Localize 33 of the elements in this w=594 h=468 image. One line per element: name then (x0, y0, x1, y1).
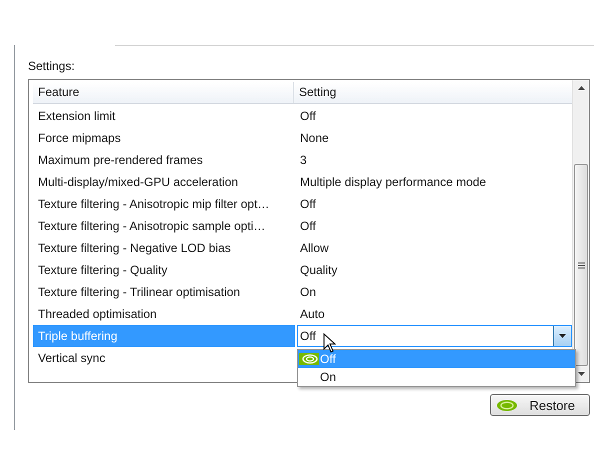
feature-cell[interactable]: Vertical sync (33, 347, 295, 369)
setting-cell-text: Allow (299, 240, 329, 257)
feature-cell[interactable]: Force mipmaps (33, 127, 295, 149)
setting-dropdown[interactable]: Off (297, 325, 572, 347)
feature-cell[interactable]: Texture filtering - Anisotropic sample opti… (33, 215, 295, 237)
vertical-scrollbar[interactable] (572, 80, 589, 382)
column-header[interactable]: Feature (33, 82, 294, 103)
feature-cell[interactable]: Texture filtering - Trilinear optimisation (33, 281, 295, 303)
setting-cell-text: Multiple display performance mode (299, 174, 486, 191)
caret-icon (559, 334, 566, 338)
feature-cell[interactable]: Texture filtering - Quality (33, 259, 295, 281)
restore-button[interactable]: Restore (490, 394, 590, 416)
setting-cell-text: Auto (299, 306, 325, 323)
eye-logo-icon (495, 398, 520, 412)
column-header[interactable]: Setting (294, 82, 336, 103)
scroll-up-icon (578, 86, 584, 90)
setting-cell-text: Quality (299, 262, 338, 279)
feature-cell[interactable]: Extension limit (33, 105, 295, 127)
settings-label: Settings: (28, 59, 76, 75)
setting-cell-text: 3 (299, 152, 307, 169)
feature-cell[interactable]: Threaded optimisation (33, 303, 295, 325)
setting-cell-text: Off (299, 196, 316, 213)
setting-cell-text: None (299, 130, 329, 147)
setting-cell-text: Off (299, 108, 316, 125)
feature-cell[interactable]: Texture filtering - Negative LOD bias (33, 237, 295, 259)
scroll-thumb[interactable] (574, 164, 588, 366)
scroll-down-icon (578, 372, 584, 376)
feature-cell[interactable]: Texture filtering - Anisotropic mip filter opt… (33, 193, 295, 215)
dropdown-option[interactable]: On (298, 368, 575, 386)
feature-cell[interactable]: Multi-display/mixed-GPU acceleration (33, 171, 295, 193)
setting-cell-text: On (299, 284, 316, 301)
setting-cell-text: Off (299, 218, 316, 235)
feature-cell[interactable]: Maximum pre-rendered frames (33, 149, 295, 171)
